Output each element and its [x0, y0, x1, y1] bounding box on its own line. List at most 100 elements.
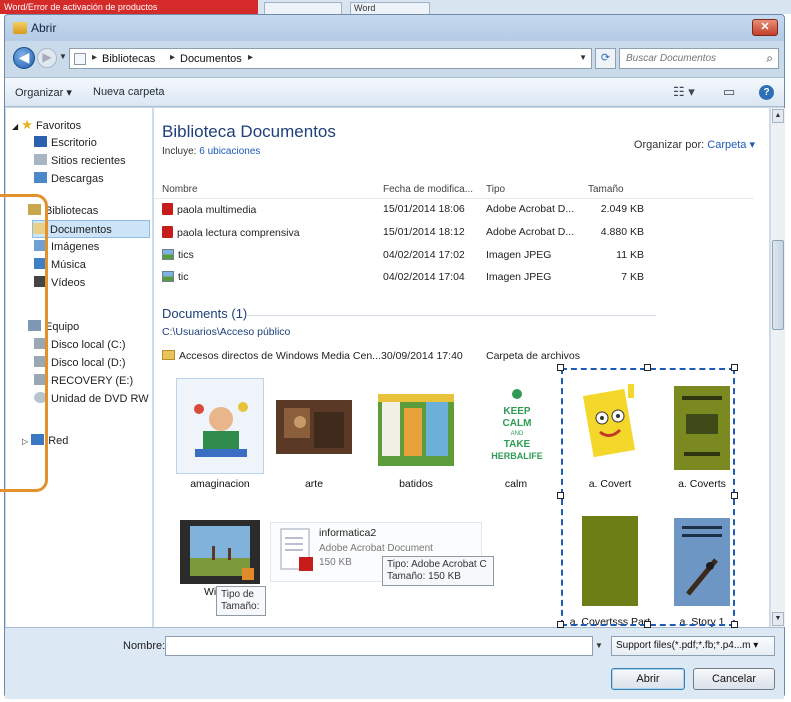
- star-icon: ★: [21, 117, 33, 132]
- reading-child-image: [177, 379, 263, 473]
- nav-item-label: Imágenes: [51, 241, 100, 253]
- background-tab-word: Word: [350, 2, 430, 14]
- folder-icon: [162, 350, 175, 360]
- new-folder-button[interactable]: Nueva carpeta: [93, 86, 165, 98]
- thumbnail-image: [176, 378, 264, 474]
- resize-handle[interactable]: [731, 364, 738, 371]
- nav-item-disco-d[interactable]: Disco local (D:): [34, 354, 152, 372]
- view-options-icon[interactable]: ☷ ▾: [673, 84, 695, 100]
- search-icon[interactable]: ⌕: [766, 51, 773, 66]
- refresh-button[interactable]: ⟳: [595, 48, 616, 69]
- nav-item-documentos[interactable]: Documentos: [32, 220, 150, 238]
- breadcrumb-bibliotecas[interactable]: Bibliotecas: [102, 53, 155, 65]
- pdf-file-size: 150 KB: [319, 557, 352, 568]
- nav-item-sitios-recientes[interactable]: Sitios recientes: [34, 152, 152, 170]
- file-row[interactable]: paola lectura comprensiva 15/01/2014 18:…: [154, 223, 754, 243]
- column-date[interactable]: Fecha de modifica...: [383, 184, 473, 195]
- pdf-document-icon: [280, 528, 313, 571]
- column-size[interactable]: Tamaño: [588, 184, 624, 195]
- tooltip-line: Tipo de: [221, 589, 254, 600]
- breadcrumb-separator-icon[interactable]: ▸: [92, 52, 97, 63]
- nav-item-label: Disco local (C:): [51, 339, 126, 351]
- preview-pane-icon[interactable]: ▭: [723, 84, 735, 100]
- file-name: tics: [178, 249, 194, 261]
- nav-item-disco-c[interactable]: Disco local (C:): [34, 336, 152, 354]
- thumbnail-label: arte: [304, 478, 324, 490]
- group-header[interactable]: Documents (1): [162, 306, 247, 321]
- nav-item-dvd[interactable]: Unidad de DVD RW (: [34, 390, 152, 408]
- filename-input[interactable]: [165, 636, 593, 656]
- nav-item-recovery[interactable]: RECOVERY (E:): [34, 372, 152, 390]
- pdf-icon: [162, 203, 173, 215]
- thumbnail-image: KEEP CALM AND TAKE HERBALIFE: [472, 378, 560, 474]
- nav-item-label: Descargas: [51, 173, 104, 185]
- includes-link[interactable]: 6 ubicaciones: [199, 146, 260, 157]
- resize-handle[interactable]: [644, 364, 651, 371]
- nav-item-label: Música: [51, 259, 86, 271]
- vertical-scrollbar[interactable]: ▲ ▼: [770, 108, 785, 627]
- smoothies-image: [378, 394, 454, 466]
- file-type: Imagen JPEG: [486, 249, 552, 261]
- file-type: Adobe Acrobat D...: [486, 203, 575, 215]
- nav-item-imagenes[interactable]: Imágenes: [34, 238, 152, 256]
- column-name[interactable]: Nombre: [162, 184, 198, 195]
- scroll-up-icon[interactable]: ▲: [772, 109, 784, 123]
- keep-calm-line: AND: [511, 431, 524, 437]
- background-red-tab: Word/Error de activación de productos: [0, 0, 258, 14]
- library-folder-icon: [74, 53, 86, 65]
- search-box[interactable]: ⌕: [619, 48, 779, 69]
- resize-handle[interactable]: [557, 364, 564, 371]
- folder-type: Carpeta de archivos: [486, 350, 580, 362]
- arrange-by-value[interactable]: Carpeta ▾: [707, 139, 755, 151]
- file-row[interactable]: paola multimedia 15/01/2014 18:06 Adobe …: [154, 200, 754, 220]
- breadcrumb-documentos[interactable]: Documentos: [180, 53, 242, 65]
- background-tab: [264, 2, 342, 14]
- close-button[interactable]: ✕: [752, 19, 778, 36]
- history-dropdown-icon[interactable]: ▼: [59, 52, 67, 61]
- nav-computer-label: Equipo: [45, 321, 80, 333]
- resize-handle[interactable]: [731, 492, 738, 499]
- resize-handle[interactable]: [557, 621, 564, 628]
- nav-item-videos[interactable]: Vídeos: [34, 274, 152, 292]
- image-icon: [162, 249, 174, 260]
- breadcrumb-separator-icon[interactable]: ▸: [170, 52, 175, 63]
- nav-item-musica[interactable]: Música: [34, 256, 152, 274]
- resize-handle[interactable]: [731, 621, 738, 628]
- file-row[interactable]: tics 04/02/2014 17:02 Imagen JPEG 11 KB: [154, 246, 754, 266]
- breadcrumb-separator-icon[interactable]: ▸: [248, 52, 253, 63]
- expand-icon[interactable]: ◢: [12, 122, 18, 131]
- file-date: 15/01/2014 18:06: [383, 203, 465, 215]
- nav-item-escritorio[interactable]: Escritorio: [34, 134, 152, 152]
- painting-image: [276, 400, 352, 454]
- video-tooltip: Tipo de Tamaño:: [216, 586, 266, 616]
- forward-button[interactable]: ▶: [37, 48, 57, 68]
- scroll-down-icon[interactable]: ▼: [772, 612, 784, 626]
- file-type: Imagen JPEG: [486, 271, 552, 283]
- thumbnail-image: [176, 516, 264, 596]
- background-window-strip: Word/Error de activación de productos Wo…: [0, 0, 791, 14]
- folder-row[interactable]: Accesos directos de Windows Media Cen...…: [154, 348, 714, 366]
- resize-handle[interactable]: [557, 492, 564, 499]
- cancel-button[interactable]: Cancelar: [693, 668, 775, 690]
- column-type[interactable]: Tipo: [486, 184, 505, 195]
- resize-handle[interactable]: [644, 621, 651, 628]
- library-includes: Incluye: 6 ubicaciones: [162, 146, 260, 157]
- image-icon: [162, 271, 174, 282]
- nav-item-descargas[interactable]: Descargas: [34, 170, 152, 188]
- back-button[interactable]: ◀: [13, 47, 35, 69]
- file-size: 4.880 KB: [600, 226, 644, 238]
- search-input[interactable]: [620, 49, 750, 68]
- arrange-by[interactable]: Organizar por: Carpeta ▾: [634, 138, 755, 151]
- open-button[interactable]: Abrir: [611, 668, 685, 690]
- nav-favorites[interactable]: ◢ ★ Favoritos: [12, 116, 152, 134]
- scroll-thumb[interactable]: [772, 240, 784, 330]
- file-row[interactable]: tic 04/02/2014 17:04 Imagen JPEG 7 KB: [154, 268, 754, 288]
- filetype-select[interactable]: Support files(*.pdf;*.fb;*.p4...m ▾: [611, 636, 775, 656]
- filename-dropdown-icon[interactable]: ▼: [595, 636, 609, 656]
- address-bar[interactable]: ▸ Bibliotecas ▸ Documentos ▸ ▼: [69, 48, 592, 69]
- help-icon[interactable]: ?: [759, 85, 774, 100]
- file-size: 11 KB: [616, 249, 644, 261]
- organize-button[interactable]: Organizar ▾: [15, 86, 72, 99]
- address-dropdown-icon[interactable]: ▼: [579, 53, 587, 62]
- command-toolbar: Organizar ▾ Nueva carpeta ☷ ▾ ▭ ?: [5, 77, 784, 107]
